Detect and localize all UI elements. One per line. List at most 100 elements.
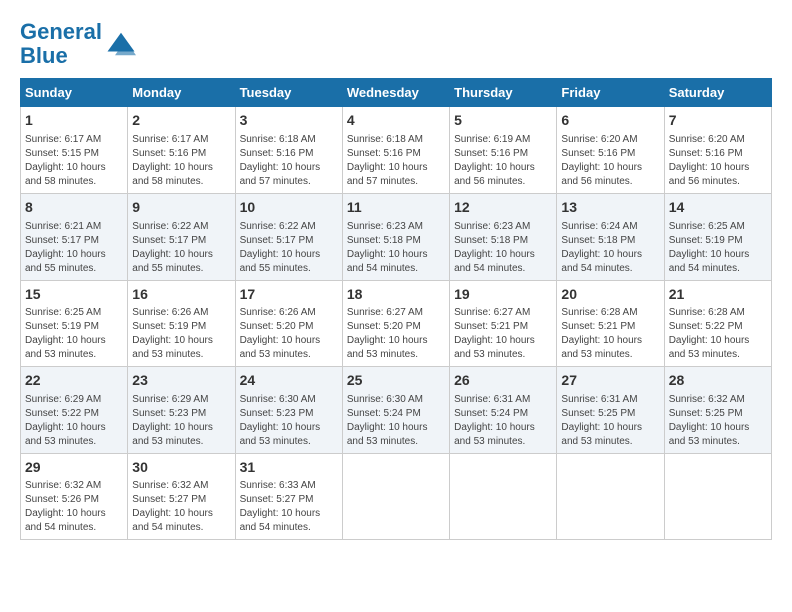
calendar-cell: 25Sunrise: 6:30 AM Sunset: 5:24 PM Dayli…	[342, 367, 449, 454]
day-info: Sunrise: 6:32 AM Sunset: 5:27 PM Dayligh…	[132, 479, 230, 535]
calendar-cell	[342, 453, 449, 540]
day-info: Sunrise: 6:21 AM Sunset: 5:17 PM Dayligh…	[25, 220, 123, 276]
logo-text: GeneralBlue	[20, 20, 102, 68]
calendar-cell: 10Sunrise: 6:22 AM Sunset: 5:17 PM Dayli…	[235, 193, 342, 280]
calendar-cell: 2Sunrise: 6:17 AM Sunset: 5:16 PM Daylig…	[128, 107, 235, 194]
calendar-cell: 30Sunrise: 6:32 AM Sunset: 5:27 PM Dayli…	[128, 453, 235, 540]
day-number: 5	[454, 111, 552, 131]
day-info: Sunrise: 6:17 AM Sunset: 5:15 PM Dayligh…	[25, 133, 123, 189]
calendar-cell: 5Sunrise: 6:19 AM Sunset: 5:16 PM Daylig…	[450, 107, 557, 194]
day-info: Sunrise: 6:31 AM Sunset: 5:24 PM Dayligh…	[454, 393, 552, 449]
day-info: Sunrise: 6:27 AM Sunset: 5:20 PM Dayligh…	[347, 306, 445, 362]
col-header-wednesday: Wednesday	[342, 79, 449, 107]
calendar-week-4: 22Sunrise: 6:29 AM Sunset: 5:22 PM Dayli…	[21, 367, 772, 454]
day-info: Sunrise: 6:23 AM Sunset: 5:18 PM Dayligh…	[454, 220, 552, 276]
day-number: 31	[240, 458, 338, 478]
day-number: 8	[25, 198, 123, 218]
calendar-week-1: 1Sunrise: 6:17 AM Sunset: 5:15 PM Daylig…	[21, 107, 772, 194]
col-header-thursday: Thursday	[450, 79, 557, 107]
day-info: Sunrise: 6:18 AM Sunset: 5:16 PM Dayligh…	[347, 133, 445, 189]
day-number: 28	[669, 371, 767, 391]
col-header-sunday: Sunday	[21, 79, 128, 107]
col-header-tuesday: Tuesday	[235, 79, 342, 107]
day-number: 25	[347, 371, 445, 391]
day-number: 18	[347, 285, 445, 305]
calendar-cell: 27Sunrise: 6:31 AM Sunset: 5:25 PM Dayli…	[557, 367, 664, 454]
day-info: Sunrise: 6:25 AM Sunset: 5:19 PM Dayligh…	[669, 220, 767, 276]
calendar-cell: 8Sunrise: 6:21 AM Sunset: 5:17 PM Daylig…	[21, 193, 128, 280]
day-number: 24	[240, 371, 338, 391]
day-number: 1	[25, 111, 123, 131]
calendar-cell: 21Sunrise: 6:28 AM Sunset: 5:22 PM Dayli…	[664, 280, 771, 367]
calendar-cell: 14Sunrise: 6:25 AM Sunset: 5:19 PM Dayli…	[664, 193, 771, 280]
day-info: Sunrise: 6:18 AM Sunset: 5:16 PM Dayligh…	[240, 133, 338, 189]
day-number: 17	[240, 285, 338, 305]
day-number: 9	[132, 198, 230, 218]
day-info: Sunrise: 6:20 AM Sunset: 5:16 PM Dayligh…	[669, 133, 767, 189]
calendar-cell: 18Sunrise: 6:27 AM Sunset: 5:20 PM Dayli…	[342, 280, 449, 367]
day-number: 11	[347, 198, 445, 218]
calendar-cell: 4Sunrise: 6:18 AM Sunset: 5:16 PM Daylig…	[342, 107, 449, 194]
calendar-cell: 23Sunrise: 6:29 AM Sunset: 5:23 PM Dayli…	[128, 367, 235, 454]
calendar-cell: 13Sunrise: 6:24 AM Sunset: 5:18 PM Dayli…	[557, 193, 664, 280]
day-info: Sunrise: 6:32 AM Sunset: 5:25 PM Dayligh…	[669, 393, 767, 449]
day-number: 3	[240, 111, 338, 131]
logo-icon	[106, 29, 136, 59]
day-number: 4	[347, 111, 445, 131]
calendar-cell: 3Sunrise: 6:18 AM Sunset: 5:16 PM Daylig…	[235, 107, 342, 194]
day-number: 6	[561, 111, 659, 131]
calendar-table: SundayMondayTuesdayWednesdayThursdayFrid…	[20, 78, 772, 540]
calendar-cell: 26Sunrise: 6:31 AM Sunset: 5:24 PM Dayli…	[450, 367, 557, 454]
day-number: 20	[561, 285, 659, 305]
calendar-cell: 22Sunrise: 6:29 AM Sunset: 5:22 PM Dayli…	[21, 367, 128, 454]
day-info: Sunrise: 6:27 AM Sunset: 5:21 PM Dayligh…	[454, 306, 552, 362]
calendar-cell: 7Sunrise: 6:20 AM Sunset: 5:16 PM Daylig…	[664, 107, 771, 194]
day-number: 30	[132, 458, 230, 478]
day-info: Sunrise: 6:29 AM Sunset: 5:23 PM Dayligh…	[132, 393, 230, 449]
day-number: 12	[454, 198, 552, 218]
day-number: 2	[132, 111, 230, 131]
day-info: Sunrise: 6:26 AM Sunset: 5:20 PM Dayligh…	[240, 306, 338, 362]
day-number: 10	[240, 198, 338, 218]
day-number: 23	[132, 371, 230, 391]
day-number: 19	[454, 285, 552, 305]
calendar-week-3: 15Sunrise: 6:25 AM Sunset: 5:19 PM Dayli…	[21, 280, 772, 367]
calendar-cell: 29Sunrise: 6:32 AM Sunset: 5:26 PM Dayli…	[21, 453, 128, 540]
day-info: Sunrise: 6:22 AM Sunset: 5:17 PM Dayligh…	[132, 220, 230, 276]
col-header-monday: Monday	[128, 79, 235, 107]
day-info: Sunrise: 6:30 AM Sunset: 5:23 PM Dayligh…	[240, 393, 338, 449]
day-number: 22	[25, 371, 123, 391]
calendar-cell: 1Sunrise: 6:17 AM Sunset: 5:15 PM Daylig…	[21, 107, 128, 194]
calendar-cell: 16Sunrise: 6:26 AM Sunset: 5:19 PM Dayli…	[128, 280, 235, 367]
day-info: Sunrise: 6:26 AM Sunset: 5:19 PM Dayligh…	[132, 306, 230, 362]
day-number: 29	[25, 458, 123, 478]
day-info: Sunrise: 6:30 AM Sunset: 5:24 PM Dayligh…	[347, 393, 445, 449]
day-info: Sunrise: 6:33 AM Sunset: 5:27 PM Dayligh…	[240, 479, 338, 535]
day-info: Sunrise: 6:24 AM Sunset: 5:18 PM Dayligh…	[561, 220, 659, 276]
day-info: Sunrise: 6:28 AM Sunset: 5:21 PM Dayligh…	[561, 306, 659, 362]
day-info: Sunrise: 6:19 AM Sunset: 5:16 PM Dayligh…	[454, 133, 552, 189]
calendar-cell: 9Sunrise: 6:22 AM Sunset: 5:17 PM Daylig…	[128, 193, 235, 280]
day-info: Sunrise: 6:22 AM Sunset: 5:17 PM Dayligh…	[240, 220, 338, 276]
calendar-cell: 12Sunrise: 6:23 AM Sunset: 5:18 PM Dayli…	[450, 193, 557, 280]
day-info: Sunrise: 6:31 AM Sunset: 5:25 PM Dayligh…	[561, 393, 659, 449]
day-number: 13	[561, 198, 659, 218]
calendar-cell	[450, 453, 557, 540]
day-info: Sunrise: 6:23 AM Sunset: 5:18 PM Dayligh…	[347, 220, 445, 276]
day-info: Sunrise: 6:25 AM Sunset: 5:19 PM Dayligh…	[25, 306, 123, 362]
calendar-week-2: 8Sunrise: 6:21 AM Sunset: 5:17 PM Daylig…	[21, 193, 772, 280]
logo: GeneralBlue	[20, 20, 136, 68]
calendar-cell: 28Sunrise: 6:32 AM Sunset: 5:25 PM Dayli…	[664, 367, 771, 454]
calendar-cell: 15Sunrise: 6:25 AM Sunset: 5:19 PM Dayli…	[21, 280, 128, 367]
calendar-cell: 17Sunrise: 6:26 AM Sunset: 5:20 PM Dayli…	[235, 280, 342, 367]
calendar-cell	[664, 453, 771, 540]
day-number: 16	[132, 285, 230, 305]
col-header-saturday: Saturday	[664, 79, 771, 107]
day-info: Sunrise: 6:28 AM Sunset: 5:22 PM Dayligh…	[669, 306, 767, 362]
page-header: GeneralBlue	[20, 20, 772, 68]
day-info: Sunrise: 6:17 AM Sunset: 5:16 PM Dayligh…	[132, 133, 230, 189]
calendar-cell	[557, 453, 664, 540]
day-number: 27	[561, 371, 659, 391]
calendar-cell: 24Sunrise: 6:30 AM Sunset: 5:23 PM Dayli…	[235, 367, 342, 454]
day-number: 21	[669, 285, 767, 305]
